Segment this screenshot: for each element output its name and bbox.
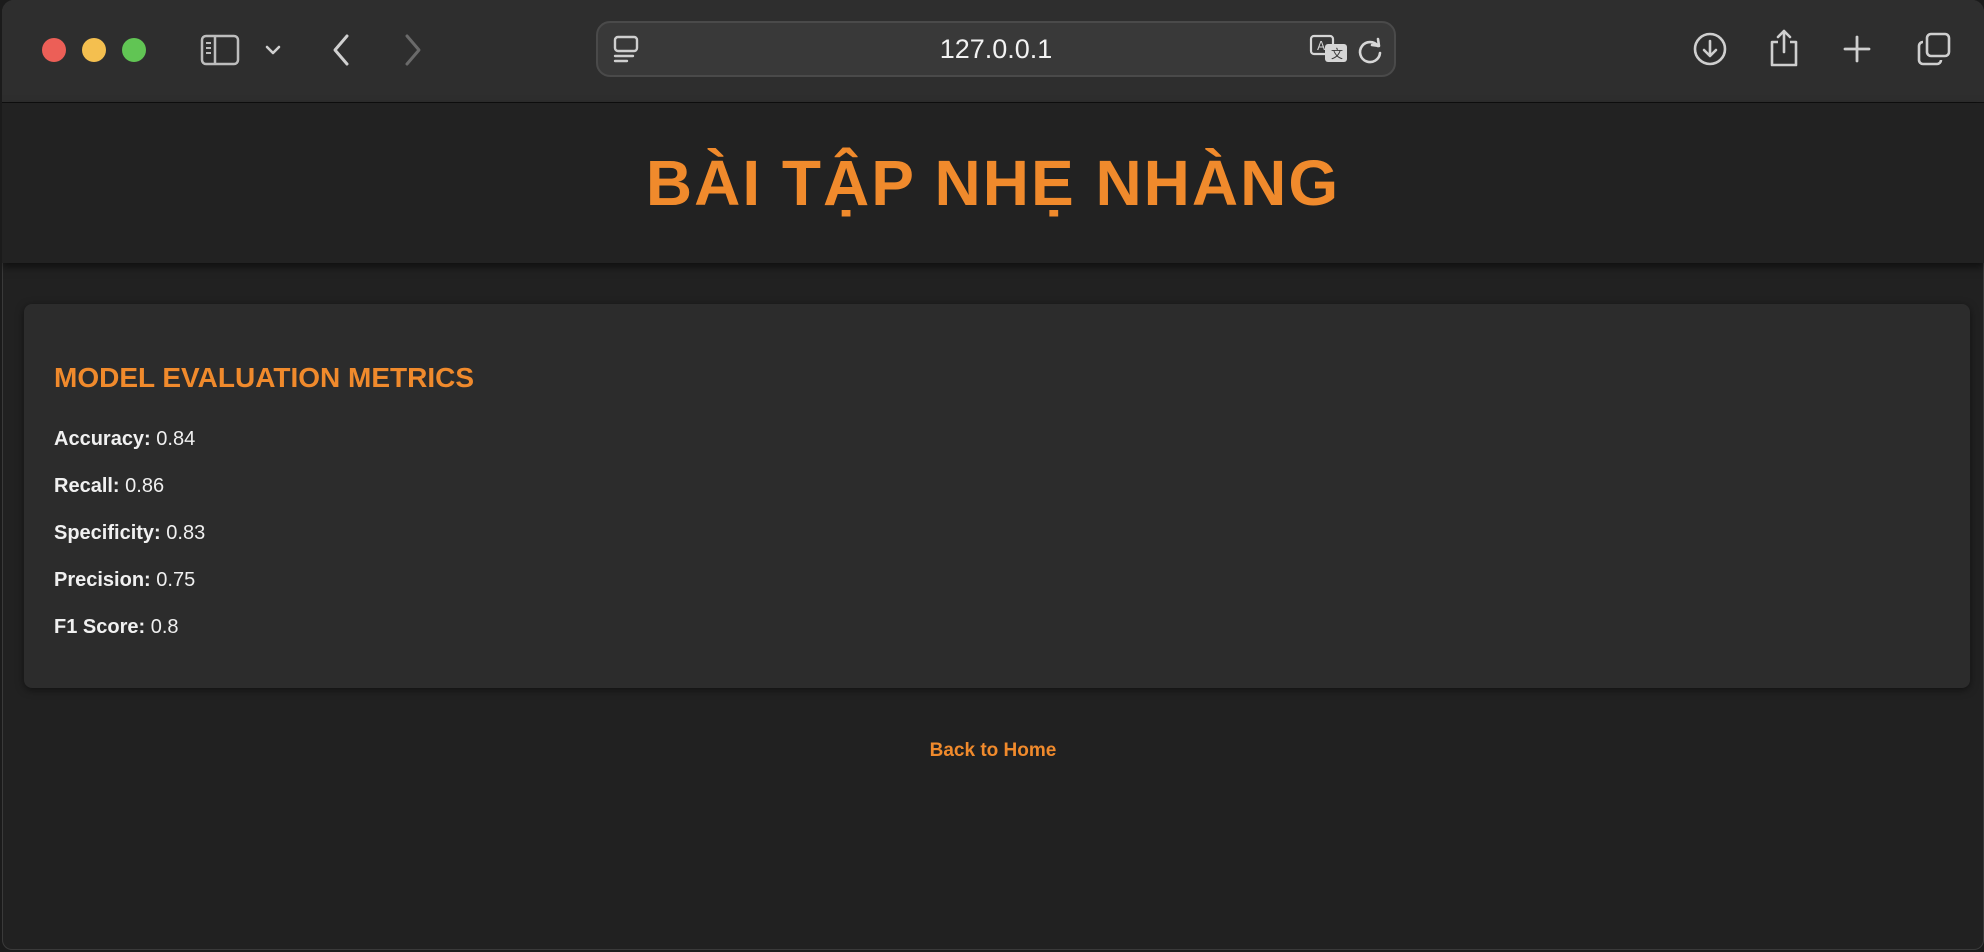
minimize-window-button[interactable] [82,38,106,62]
url-text[interactable]: 127.0.0.1 [598,23,1394,75]
new-tab-icon[interactable] [1840,32,1874,66]
metric-f1-score: F1 Score: 0.8 [54,616,179,639]
reload-icon[interactable] [1354,35,1386,67]
svg-text:文: 文 [1331,46,1343,61]
page-title: BÀI TẬP NHẸ NHÀNG [645,147,1341,219]
forward-icon[interactable] [398,28,428,72]
metric-label: F1 Score: [54,616,146,638]
metric-value: 0.86 [125,475,165,497]
metric-specificity: Specificity: 0.83 [54,522,205,545]
back-to-home-link[interactable]: Back to Home [2,740,1984,762]
card-title: MODEL EVALUATION METRICS [54,362,474,393]
metrics-card: MODEL EVALUATION METRICS Accuracy: 0.84 … [24,304,1970,688]
browser-toolbar: 127.0.0.1 A 文 [2,0,1984,103]
metric-label: Recall: [54,475,120,497]
sidebar-icon[interactable] [198,30,242,70]
download-icon[interactable] [1690,29,1730,69]
svg-text:A: A [1317,39,1326,53]
address-bar[interactable]: 127.0.0.1 A 文 [596,21,1396,77]
metric-value: 0.84 [156,428,196,450]
metric-label: Specificity: [54,522,161,544]
back-icon[interactable] [326,28,356,72]
metric-recall: Recall: 0.86 [54,475,164,498]
metric-value: 0.8 [150,616,179,638]
chevron-down-icon[interactable] [260,36,286,64]
close-window-button[interactable] [42,38,66,62]
page-header: BÀI TẬP NHẸ NHÀNG [2,103,1984,263]
translate-icon[interactable]: A 文 [1308,33,1350,65]
metric-label: Precision: [54,569,151,591]
zoom-window-button[interactable] [122,38,146,62]
metric-label: Accuracy: [54,428,151,450]
tabs-overview-icon[interactable] [1914,29,1954,69]
metric-accuracy: Accuracy: 0.84 [54,428,195,451]
metric-value: 0.75 [156,569,196,591]
browser-window: 127.0.0.1 A 文 BÀI TẬP NHẸ NHÀNG MODEL EV… [2,0,1984,950]
share-icon[interactable] [1766,26,1802,70]
metric-value: 0.83 [166,522,206,544]
metric-precision: Precision: 0.75 [54,569,195,592]
